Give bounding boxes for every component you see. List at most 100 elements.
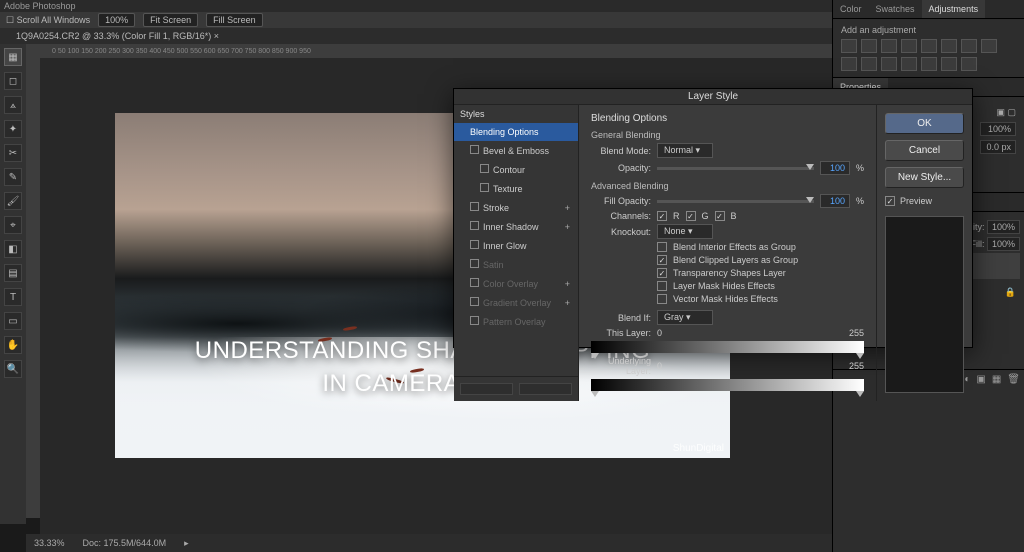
- adj-invert-icon[interactable]: [881, 57, 897, 71]
- adj-lut-icon[interactable]: [861, 57, 877, 71]
- adj-channel-mixer-icon[interactable]: [841, 57, 857, 71]
- fill-opacity-input[interactable]: 100: [820, 194, 850, 208]
- group-icon[interactable]: ▣: [976, 374, 985, 385]
- tool-type[interactable]: T: [4, 288, 22, 306]
- style-pattern-overlay[interactable]: Pattern Overlay: [454, 312, 578, 331]
- tool-marquee[interactable]: ◻: [4, 72, 22, 90]
- dialog-content: Blending Options General Blending Blend …: [579, 105, 876, 401]
- adj-levels-icon[interactable]: [861, 39, 877, 53]
- trash-icon[interactable]: 🗑: [1007, 374, 1020, 385]
- tab-adjustments[interactable]: Adjustments: [922, 0, 986, 18]
- knockout-dropdown[interactable]: None ▾: [657, 224, 713, 239]
- tab-swatches[interactable]: Swatches: [869, 0, 922, 18]
- fill-value[interactable]: 100%: [987, 237, 1020, 251]
- tool-crop[interactable]: ✂: [4, 144, 22, 162]
- ruler-ticks: 0 50 100 150 200 250 300 350 400 450 500…: [52, 48, 311, 55]
- tool-lasso[interactable]: ⟑: [4, 96, 22, 114]
- tools-panel: ▦ ◻ ⟑ ✦ ✂ ✎ 🖌 ⌖ ◧ ▤ T ▭ ✋ 🔍: [0, 44, 26, 524]
- chk-vector-mask[interactable]: [657, 294, 667, 304]
- dialog-buttons: OK Cancel New Style... Preview: [876, 105, 972, 401]
- tool-shape[interactable]: ▭: [4, 312, 22, 330]
- style-blending-options[interactable]: Blending Options: [454, 123, 578, 141]
- document-tab[interactable]: 1Q9A0254.CR2 @ 33.3% (Color Fill 1, RGB/…: [10, 29, 225, 43]
- mask-buttons[interactable]: ▣ ▢: [996, 107, 1016, 118]
- adj-vibrance-icon[interactable]: [921, 39, 937, 53]
- chk-transparency[interactable]: [657, 268, 667, 278]
- tool-gradient[interactable]: ▤: [4, 264, 22, 282]
- style-inner-shadow[interactable]: Inner Shadow+: [454, 217, 578, 236]
- chk-transparency-label: Transparency Shapes Layer: [673, 268, 786, 278]
- tool-wand[interactable]: ✦: [4, 120, 22, 138]
- style-inner-glow[interactable]: Inner Glow: [454, 236, 578, 255]
- adj-gradient-map-icon[interactable]: [941, 57, 957, 71]
- fill-screen-button[interactable]: Fill Screen: [206, 13, 263, 27]
- adj-selective-icon[interactable]: [961, 57, 977, 71]
- tool-move[interactable]: ▦: [4, 48, 22, 66]
- fill-opacity-label: Fill Opacity:: [591, 196, 651, 206]
- chk-clipped[interactable]: [657, 255, 667, 265]
- tab-color[interactable]: Color: [833, 0, 869, 18]
- underlying-slider[interactable]: [591, 379, 864, 391]
- channel-b[interactable]: [715, 211, 725, 221]
- chk-vector-mask-label: Vector Mask Hides Effects: [673, 294, 778, 304]
- style-color-overlay[interactable]: Color Overlay+: [454, 274, 578, 293]
- tool-brush[interactable]: 🖌: [4, 192, 22, 210]
- plus-icon[interactable]: +: [565, 203, 570, 213]
- opacity-slider[interactable]: [657, 167, 814, 170]
- tool-eyedropper[interactable]: ✎: [4, 168, 22, 186]
- tool-clone[interactable]: ⌖: [4, 216, 22, 234]
- scroll-all-checkbox[interactable]: ☐ Scroll All Windows: [6, 15, 90, 26]
- adj-photo-filter-icon[interactable]: [981, 39, 997, 53]
- style-satin[interactable]: Satin: [454, 255, 578, 274]
- cancel-button[interactable]: Cancel: [885, 140, 964, 161]
- blend-mode-dropdown[interactable]: Normal ▾: [657, 143, 713, 158]
- chk-layer-mask[interactable]: [657, 281, 667, 291]
- style-bevel-emboss[interactable]: Bevel & Emboss: [454, 141, 578, 160]
- zoom-100-button[interactable]: 100%: [98, 13, 135, 27]
- adj-threshold-icon[interactable]: [921, 57, 937, 71]
- adj-brightness-icon[interactable]: [841, 39, 857, 53]
- lock-icon: 🔒: [1005, 287, 1016, 298]
- opacity-value[interactable]: 100%: [987, 220, 1020, 234]
- adj-hue-icon[interactable]: [941, 39, 957, 53]
- density-value[interactable]: 100%: [980, 122, 1016, 136]
- style-stroke[interactable]: Stroke+: [454, 198, 578, 217]
- tool-eraser[interactable]: ◧: [4, 240, 22, 258]
- watermark: ShunDigital: [673, 443, 724, 454]
- plus-icon[interactable]: +: [565, 222, 570, 232]
- tool-hand[interactable]: ✋: [4, 336, 22, 354]
- status-arrow-icon[interactable]: ▸: [184, 538, 189, 549]
- ok-button[interactable]: OK: [885, 113, 964, 134]
- chk-interior[interactable]: [657, 242, 667, 252]
- fx-preset-icon[interactable]: [460, 383, 513, 395]
- style-contour[interactable]: Contour: [454, 160, 578, 179]
- tool-zoom[interactable]: 🔍: [4, 360, 22, 378]
- blend-if-label: Blend If:: [591, 313, 651, 323]
- opacity-input[interactable]: 100: [820, 161, 850, 175]
- adj-exposure-icon[interactable]: [901, 39, 917, 53]
- layer-style-dialog[interactable]: Layer Style Styles Blending Options Beve…: [453, 88, 973, 348]
- new-style-button[interactable]: New Style...: [885, 167, 964, 188]
- fit-screen-button[interactable]: Fit Screen: [143, 13, 198, 27]
- preview-checkbox[interactable]: [885, 196, 895, 206]
- fx-trash-icon[interactable]: [519, 383, 572, 395]
- zoom-level[interactable]: 33.33%: [34, 538, 65, 548]
- dialog-title[interactable]: Layer Style: [454, 89, 972, 105]
- plus-icon[interactable]: +: [565, 298, 570, 308]
- channel-g[interactable]: [686, 211, 696, 221]
- plus-icon[interactable]: +: [565, 279, 570, 289]
- new-layer-icon[interactable]: ▦: [992, 374, 1001, 385]
- this-layer-slider[interactable]: [591, 341, 864, 353]
- channel-r[interactable]: [657, 211, 667, 221]
- feather-value[interactable]: 0.0 px: [980, 140, 1016, 154]
- fill-opacity-slider[interactable]: [657, 200, 814, 203]
- blend-if-dropdown[interactable]: Gray ▾: [657, 310, 713, 325]
- adjustments-tabs: Color Swatches Adjustments: [833, 0, 1024, 19]
- style-texture[interactable]: Texture: [454, 179, 578, 198]
- preview-swatch: [885, 216, 964, 393]
- adj-bw-icon[interactable]: [961, 39, 977, 53]
- section-title: Blending Options: [591, 113, 864, 124]
- style-gradient-overlay[interactable]: Gradient Overlay+: [454, 293, 578, 312]
- adj-curves-icon[interactable]: [881, 39, 897, 53]
- adj-posterize-icon[interactable]: [901, 57, 917, 71]
